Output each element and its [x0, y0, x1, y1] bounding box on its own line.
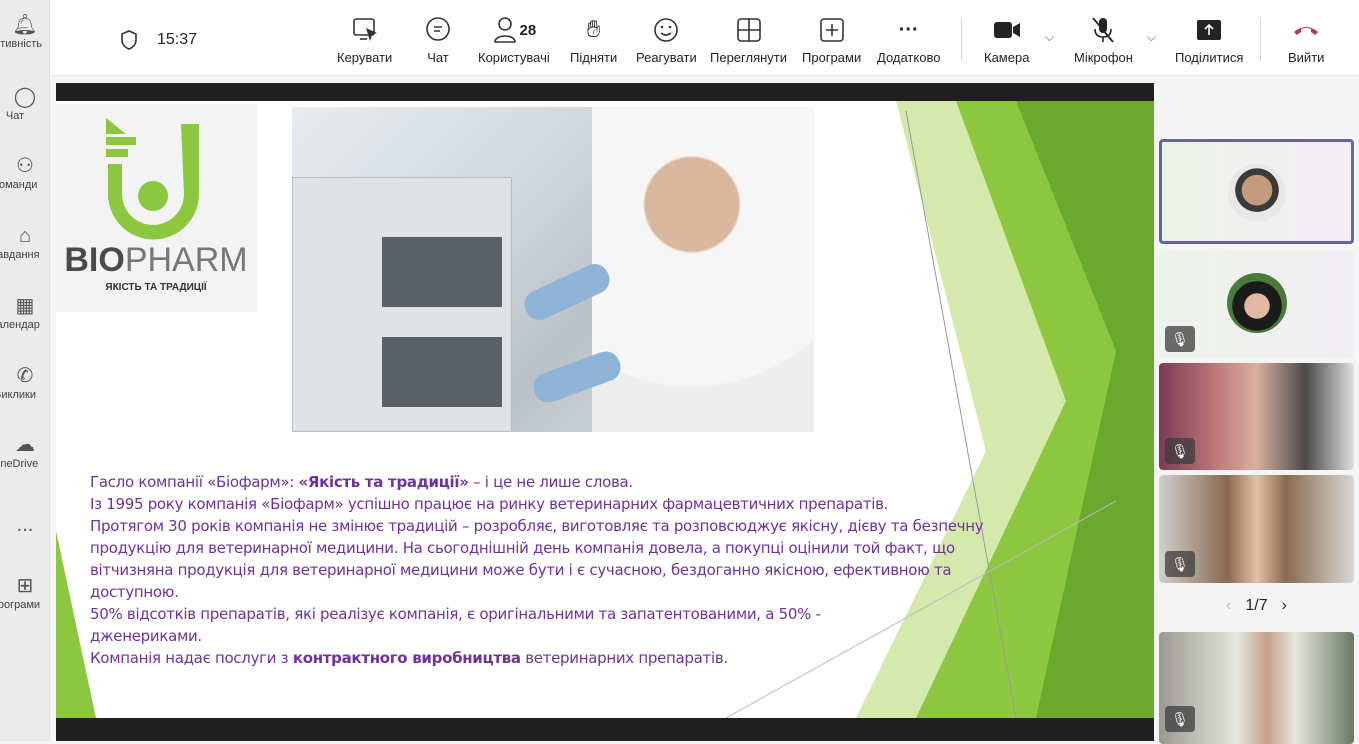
cloud-icon: ☁︎	[15, 434, 35, 456]
page-indicator: 1/7	[1245, 597, 1268, 614]
mic-off-icon: 🎙︎	[1165, 326, 1195, 352]
hand-icon: ✋︎	[586, 16, 601, 43]
grid-icon	[736, 18, 761, 42]
text-run: Гасло компанії «Біофарм»:	[90, 473, 299, 491]
tile-pager: ‹ 1/7 ›	[1159, 597, 1354, 615]
teams-icon: ⚇	[16, 155, 34, 177]
participant-tile[interactable]: 🎙︎	[1159, 251, 1354, 358]
divider	[961, 18, 962, 60]
biopharm-logo: BIOPHARM ЯКІСТЬ ТА ТРАДИЦІЇ	[56, 104, 257, 312]
mic-options-chevron-icon[interactable]: ⌵	[1147, 30, 1156, 45]
shared-presentation: BIOPHARM ЯКІСТЬ ТА ТРАДИЦІЇ Гасло компан…	[56, 83, 1154, 741]
rail-tasks[interactable]: ⌂Завдання	[0, 223, 50, 261]
paragraph: 50% відсотків препаратів, які реалізує к…	[90, 605, 821, 645]
meeting-timer: 15:37	[157, 31, 198, 48]
participant-video-tile[interactable]: 🎙︎	[1159, 475, 1354, 583]
svg-text:ЯКІСТЬ ТА ТРАДИЦІЇ: ЯКІСТЬ ТА ТРАДИЦІЇ	[105, 280, 206, 293]
rail-more[interactable]: ...	[0, 512, 50, 538]
rail-chat[interactable]: ◯ Чат	[0, 84, 50, 122]
smile-icon	[654, 18, 679, 42]
next-page-chevron-icon[interactable]: ›	[1282, 597, 1287, 614]
camera-button[interactable]: Камера	[984, 14, 1029, 65]
leave-button[interactable]: Вийти	[1288, 14, 1324, 65]
chat-icon	[426, 17, 450, 41]
participant-video-tile[interactable]: 🎙︎	[1159, 363, 1354, 470]
paragraph: Із 1995 року компанія «Біофарм» успішно …	[90, 495, 889, 513]
rail-teams[interactable]: ⚇Команди	[0, 153, 50, 191]
rail-calls[interactable]: ✆Виклики	[0, 363, 50, 401]
meeting-toolbar: 15:37 Керувати Чат 28 Користувачі ✋︎ Підня…	[50, 0, 1359, 76]
phone-icon: ✆	[16, 365, 34, 387]
add-app-icon	[819, 18, 844, 42]
text-run: Компанія надає послуги з	[90, 649, 293, 667]
tasks-icon: ⌂	[18, 225, 32, 247]
laboratory-photo	[292, 107, 814, 432]
camera-icon	[993, 22, 1020, 38]
mic-button[interactable]: Мікрофон	[1074, 14, 1133, 65]
participants-count: 28	[519, 21, 537, 39]
mic-off-icon	[1092, 17, 1115, 43]
mic-off-icon: 🎙︎	[1165, 706, 1195, 732]
participant-video-tile[interactable]: 🎙︎	[1159, 632, 1354, 744]
more-button[interactable]: ··· Додатково	[877, 14, 940, 66]
rail-activity[interactable]: 🔔︎Активність	[0, 12, 50, 50]
people-button[interactable]: 28 Користувачі	[478, 14, 550, 65]
apps-icon: ⊞	[16, 575, 34, 597]
avatar	[1227, 273, 1287, 333]
camera-options-chevron-icon[interactable]: ⌵	[1045, 30, 1054, 45]
share-icon	[1197, 20, 1222, 40]
text-run: – і це не лише слова.	[468, 473, 633, 491]
apps-button[interactable]: Програми	[802, 14, 861, 65]
text-run-bold: контрактного виробництва	[292, 649, 521, 667]
react-button[interactable]: Реагувати	[636, 14, 697, 65]
paragraph: Протягом 30 років компанія не змінює тра…	[90, 517, 984, 601]
control-button[interactable]: Керувати	[337, 14, 392, 65]
raise-hand-button[interactable]: ✋︎ Підняти	[570, 14, 617, 65]
slide: BIOPHARM ЯКІСТЬ ТА ТРАДИЦІЇ Гасло компан…	[56, 101, 1154, 718]
slide-body-text: Гасло компанії «Біофарм»: «Якість та тра…	[90, 471, 1070, 669]
share-button[interactable]: Поділитися	[1175, 14, 1243, 65]
rail-apps[interactable]: ⊞Програми	[0, 573, 50, 611]
participant-tile[interactable]	[1159, 139, 1354, 244]
hang-up-icon	[1294, 27, 1319, 35]
text-run: ветеринарних препаратів.	[520, 649, 728, 667]
divider	[1260, 18, 1261, 60]
svg-text:BIOPHARM: BIOPHARM	[64, 241, 247, 279]
shield-icon[interactable]	[120, 30, 138, 50]
people-icon	[493, 17, 516, 43]
screen-control-icon	[352, 18, 377, 41]
bell-icon: 🔔︎	[12, 14, 38, 36]
prev-page-chevron-icon[interactable]: ‹	[1226, 597, 1231, 614]
avatar	[1228, 164, 1286, 222]
more-dots-icon: ···	[898, 18, 919, 41]
mic-off-icon: 🎙︎	[1165, 551, 1195, 577]
logo-mark-icon: BIOPHARM ЯКІСТЬ ТА ТРАДИЦІЇ	[64, 118, 248, 293]
mic-off-icon: 🎙︎	[1165, 438, 1195, 464]
slogan: «Якість та традиції»	[298, 473, 469, 491]
chat-icon: ◯	[13, 86, 37, 108]
view-button[interactable]: Переглянути	[710, 14, 787, 65]
calendar-icon: ▦	[15, 295, 35, 317]
chat-button[interactable]: Чат	[424, 14, 452, 65]
rail-calendar[interactable]: ▦Календар	[0, 293, 50, 331]
more-icon: ...	[16, 514, 34, 536]
app-rail: 🔔︎Активність ◯Чат ⚇Команди ⌂Завдання ▦Ка…	[0, 0, 50, 741]
rail-onedrive[interactable]: ☁︎OneDrive	[0, 432, 50, 470]
